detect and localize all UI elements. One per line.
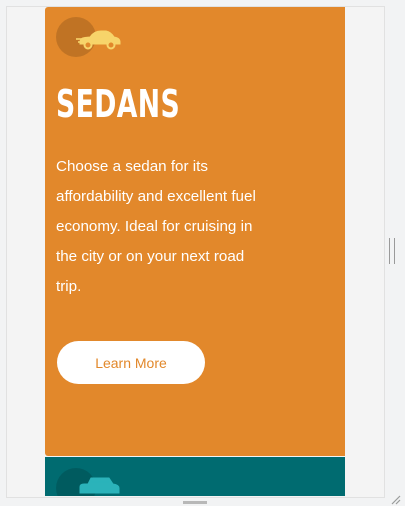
scrollbar-handle[interactable] <box>389 238 395 264</box>
card-description: Choose a sedan for its affordability and… <box>56 158 256 295</box>
panel-divider <box>183 501 207 504</box>
suv-car-icon <box>79 477 120 494</box>
learn-more-button[interactable]: Learn More <box>57 341 205 384</box>
card-title: SEDANS <box>56 82 181 126</box>
resize-handle-icon[interactable] <box>389 493 401 505</box>
sedans-card: SEDANS Choose a sedan for its affordabil… <box>45 7 345 456</box>
suvs-card <box>45 457 345 496</box>
sedan-car-icon <box>76 30 121 50</box>
